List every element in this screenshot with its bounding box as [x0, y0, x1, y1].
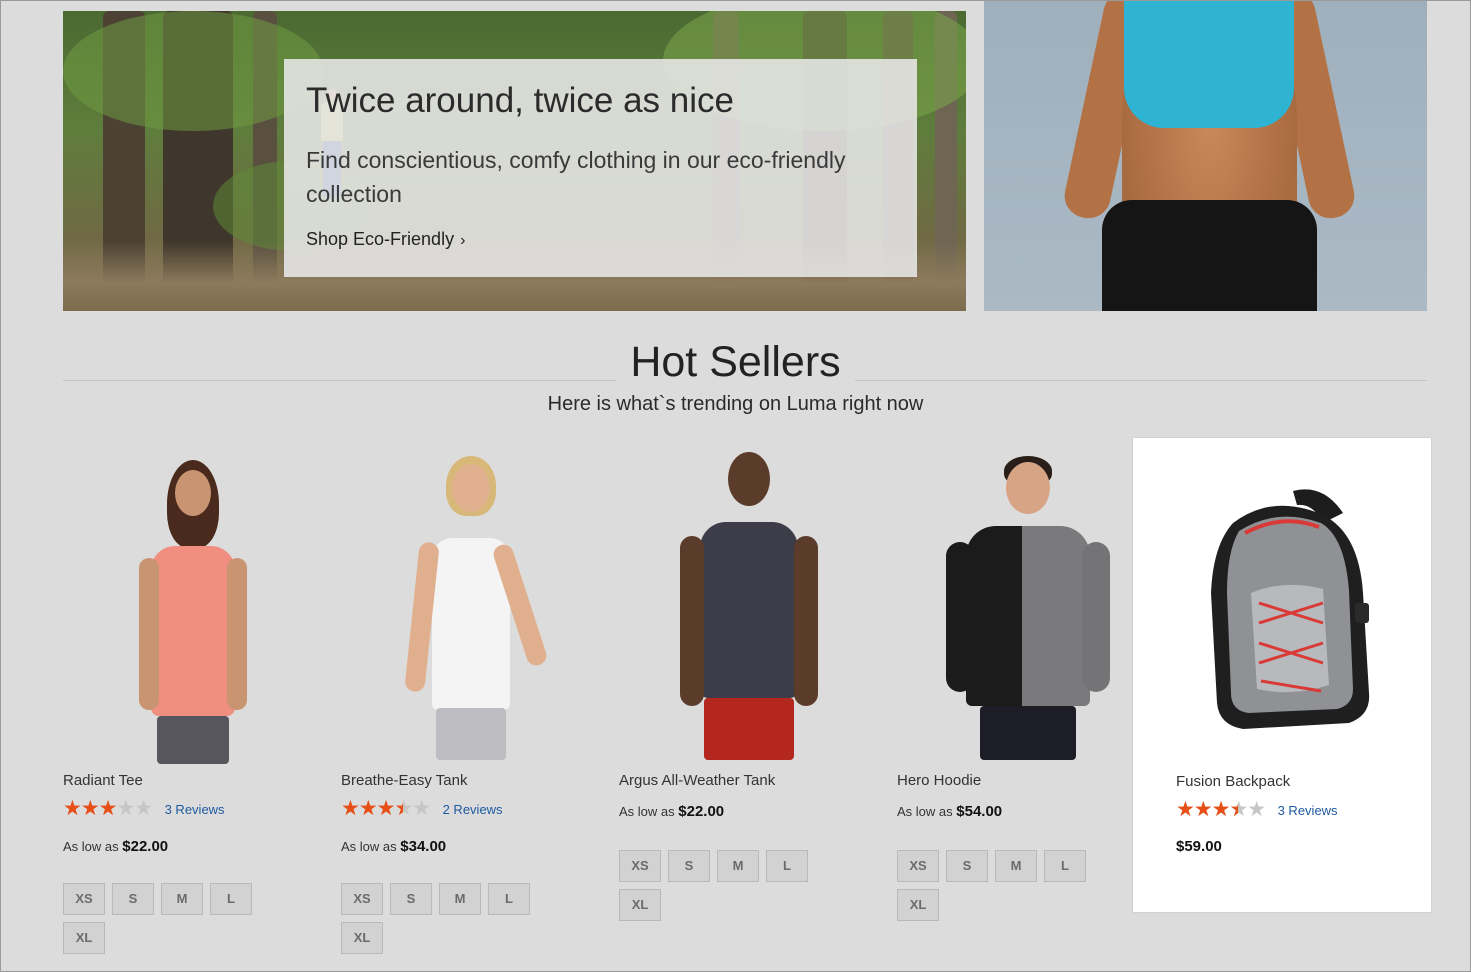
- eco-friendly-banner[interactable]: Twice around, twice as nice Find conscie…: [63, 11, 966, 311]
- product-image[interactable]: [1173, 453, 1433, 761]
- rating-stars-filled: ★★★★★: [1176, 800, 1238, 820]
- size-swatch-m[interactable]: M: [161, 883, 203, 915]
- fitness-banner[interactable]: [984, 0, 1427, 311]
- product-rating: ★★★★★★★★★★ 3 Reviews: [1176, 798, 1338, 821]
- size-swatch-xs[interactable]: XS: [63, 883, 105, 915]
- size-swatches: XS S M L XL: [63, 883, 283, 961]
- rating-stars-filled: ★★★★★: [341, 799, 403, 819]
- size-swatch-l[interactable]: L: [210, 883, 252, 915]
- size-swatch-xl[interactable]: XL: [619, 889, 661, 921]
- product-image[interactable]: [341, 452, 601, 760]
- size-swatch-s[interactable]: S: [390, 883, 432, 915]
- size-swatch-s[interactable]: S: [668, 850, 710, 882]
- promo-link-label: Shop Eco-Friendly: [306, 229, 455, 249]
- product-item-fusion-backpack[interactable]: Fusion Backpack ★★★★★★★★★★ 3 Reviews $59…: [1133, 438, 1431, 912]
- product-item-hero-hoodie[interactable]: Hero Hoodie As low as $54.00 XS S M L XL: [897, 437, 1157, 937]
- size-swatch-xs[interactable]: XS: [619, 850, 661, 882]
- size-swatch-m[interactable]: M: [439, 883, 481, 915]
- rating-stars: ★★★★★★★★★★: [341, 797, 431, 820]
- product-item-radiant-tee[interactable]: Radiant Tee ★★★★★★★★★★ 3 Reviews As low …: [63, 437, 323, 954]
- size-swatch-s[interactable]: S: [946, 850, 988, 882]
- promo-text: Find conscientious, comfy clothing in ou…: [306, 147, 846, 207]
- leggings-image: [1102, 200, 1317, 311]
- chevron-right-icon: ›: [460, 232, 466, 249]
- product-name-link[interactable]: Breathe-Easy Tank: [341, 772, 467, 789]
- product-rating: ★★★★★★★★★★ 3 Reviews: [63, 797, 225, 820]
- product-name-link[interactable]: Fusion Backpack: [1176, 773, 1290, 790]
- size-swatch-xs[interactable]: XS: [897, 850, 939, 882]
- reviews-link[interactable]: 3 Reviews: [165, 802, 225, 817]
- product-price: $59.00: [1176, 838, 1222, 855]
- size-swatches: XS S M L XL: [897, 850, 1117, 928]
- reviews-link[interactable]: 2 Reviews: [443, 802, 503, 817]
- size-swatch-l[interactable]: L: [766, 850, 808, 882]
- promo-title: Twice around, twice as nice: [306, 81, 734, 120]
- size-swatch-l[interactable]: L: [488, 883, 530, 915]
- product-name-link[interactable]: Hero Hoodie: [897, 772, 981, 789]
- rating-stars-filled: ★★★★★: [63, 799, 117, 819]
- product-price: As low as $22.00: [63, 838, 169, 855]
- size-swatch-xl[interactable]: XL: [341, 922, 383, 954]
- product-price: As low as $22.00: [619, 803, 725, 820]
- reviews-link[interactable]: 3 Reviews: [1278, 803, 1338, 818]
- product-name-link[interactable]: Argus All-Weather Tank: [619, 772, 775, 789]
- promo-box: Twice around, twice as nice Find conscie…: [284, 59, 917, 277]
- section-subtitle: Here is what`s trending on Luma right no…: [547, 393, 924, 415]
- size-swatch-xl[interactable]: XL: [63, 922, 105, 954]
- rating-stars: ★★★★★★★★★★: [63, 797, 153, 820]
- size-swatch-xl[interactable]: XL: [897, 889, 939, 921]
- product-name-link[interactable]: Radiant Tee: [63, 772, 143, 789]
- product-rating: ★★★★★★★★★★ 2 Reviews: [341, 797, 503, 820]
- size-swatches: XS S M L XL: [341, 883, 561, 961]
- product-item-argus-all-weather-tank[interactable]: Argus All-Weather Tank As low as $22.00 …: [619, 437, 879, 937]
- product-image[interactable]: [63, 452, 323, 764]
- size-swatch-m[interactable]: M: [717, 850, 759, 882]
- product-item-breathe-easy-tank[interactable]: Breathe-Easy Tank ★★★★★★★★★★ 2 Reviews A…: [341, 437, 601, 954]
- product-price: As low as $54.00: [897, 803, 1003, 820]
- shop-eco-friendly-link[interactable]: Shop Eco-Friendly ›: [306, 229, 465, 250]
- size-swatch-s[interactable]: S: [112, 883, 154, 915]
- size-swatches: XS S M L XL: [619, 850, 839, 928]
- rating-stars: ★★★★★★★★★★: [1176, 798, 1266, 821]
- section-title: Hot Sellers: [0, 338, 1471, 387]
- size-swatch-xs[interactable]: XS: [341, 883, 383, 915]
- size-swatch-m[interactable]: M: [995, 850, 1037, 882]
- backpack-image: [1211, 489, 1370, 729]
- size-swatch-l[interactable]: L: [1044, 850, 1086, 882]
- product-image[interactable]: [619, 452, 879, 760]
- product-price: As low as $34.00: [341, 838, 447, 855]
- sports-bra-image: [1124, 0, 1294, 128]
- product-image[interactable]: [897, 452, 1157, 760]
